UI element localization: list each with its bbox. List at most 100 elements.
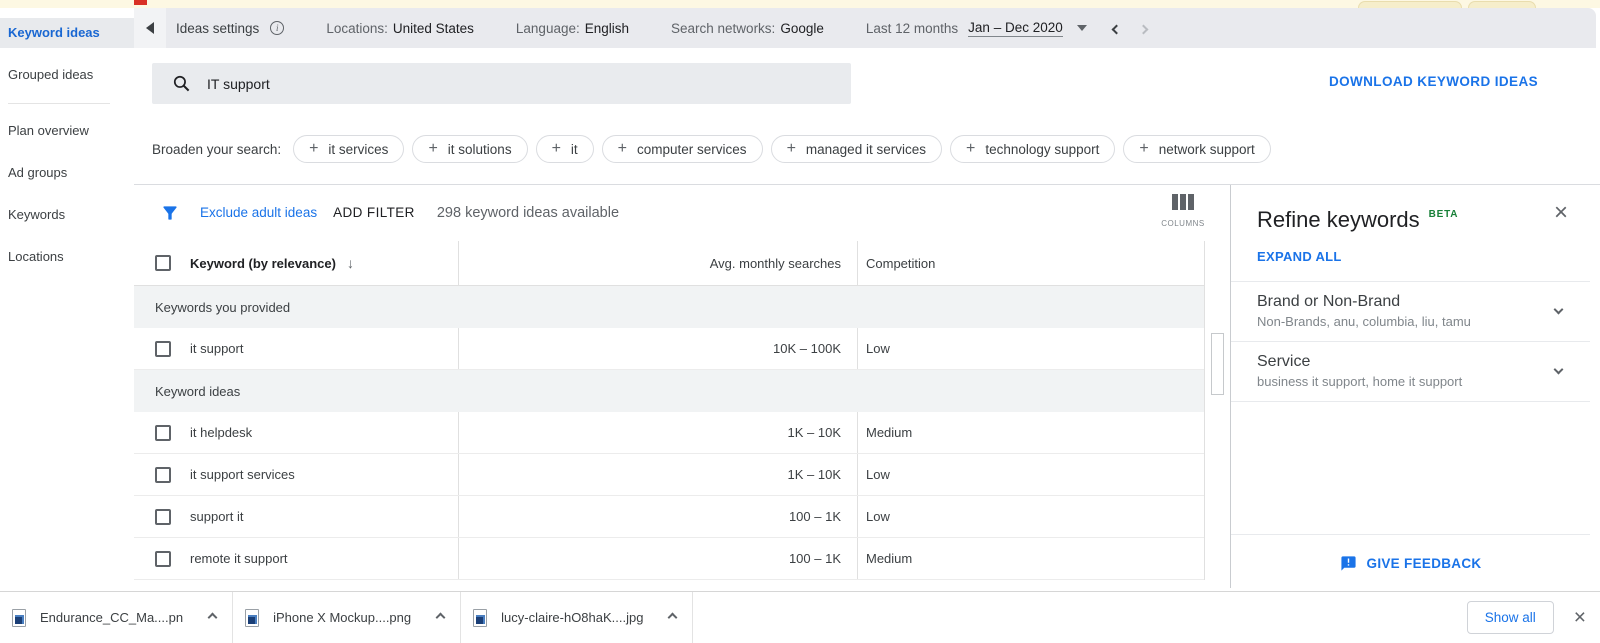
chevron-up-icon[interactable]: [436, 613, 446, 623]
chevron-up-icon[interactable]: [668, 613, 678, 623]
broaden-chip[interactable]: +it services: [293, 135, 404, 163]
settings-toolbar: Ideas settings i Locations: United State…: [134, 8, 1596, 48]
ideas-settings-control[interactable]: Ideas settings i: [176, 21, 284, 36]
chevron-right-icon: [1138, 24, 1148, 34]
panel-divider: [1231, 401, 1590, 402]
back-button[interactable]: [134, 8, 166, 48]
searches-cell: 10K – 100K: [458, 328, 857, 369]
keyword-cell: remote it support: [190, 551, 288, 566]
chevron-down-icon[interactable]: [1554, 305, 1564, 315]
competition-cell: Low: [857, 496, 1205, 537]
broaden-chip[interactable]: +it solutions: [412, 135, 527, 163]
image-file-icon: [12, 609, 26, 627]
chip-label: it services: [328, 142, 388, 157]
searches-cell: 100 – 1K: [458, 496, 857, 537]
keyword-column-header[interactable]: Keyword (by relevance): [190, 256, 336, 271]
searches-cell: 100 – 1K: [458, 538, 857, 579]
refine-section-brand[interactable]: Brand or Non-Brand Non-Brands, anu, colu…: [1257, 282, 1590, 341]
columns-button-label: COLUMNS: [1160, 219, 1206, 228]
sidebar-divider: [8, 103, 110, 104]
row-checkbox[interactable]: [155, 467, 171, 483]
refine-section-title: Service: [1257, 353, 1550, 371]
download-filename: lucy-claire-hO8haK....jpg: [501, 610, 643, 625]
ideas-settings-label: Ideas settings: [176, 21, 259, 36]
download-item[interactable]: lucy-claire-hO8haK....jpg: [461, 592, 693, 643]
download-keyword-ideas-link[interactable]: DOWNLOAD KEYWORD IDEAS: [1329, 74, 1538, 89]
results-region: Exclude adult ideas ADD FILTER 298 keywo…: [134, 184, 1600, 583]
chevron-down-icon[interactable]: [1554, 365, 1564, 375]
sidebar: Keyword ideas Grouped ideas Plan overvie…: [0, 8, 134, 583]
close-icon[interactable]: ×: [1554, 201, 1568, 225]
show-all-button[interactable]: Show all: [1467, 601, 1554, 634]
sidebar-item-grouped-ideas[interactable]: Grouped ideas: [0, 60, 134, 90]
table-row[interactable]: support it 100 – 1K Low: [134, 496, 1204, 538]
language-value: English: [585, 21, 629, 36]
table-row[interactable]: it support 10K – 100K Low: [134, 328, 1204, 370]
chip-label: computer services: [637, 142, 747, 157]
exclude-adult-ideas-link[interactable]: Exclude adult ideas: [200, 205, 317, 220]
broaden-chip[interactable]: +network support: [1123, 135, 1270, 163]
add-filter-button[interactable]: ADD FILTER: [333, 205, 415, 220]
sidebar-item-ad-groups[interactable]: Ad groups: [0, 158, 134, 188]
feedback-icon: [1340, 555, 1357, 572]
table-scrollbar-thumb[interactable]: [1211, 333, 1224, 395]
keyword-planner-screen: Keyword ideas Grouped ideas Plan overvie…: [0, 0, 1600, 643]
image-file-icon: [473, 609, 487, 627]
date-range-value[interactable]: Jan – Dec 2020: [968, 20, 1063, 37]
competition-cell: Medium: [857, 412, 1205, 453]
info-icon[interactable]: i: [270, 21, 284, 35]
keyword-cell: it support: [190, 341, 243, 356]
refine-section-service[interactable]: Service business it support, home it sup…: [1257, 342, 1590, 401]
chevron-left-icon: [1111, 24, 1121, 34]
row-checkbox[interactable]: [155, 341, 171, 357]
sidebar-item-locations[interactable]: Locations: [0, 242, 134, 272]
filter-funnel-icon[interactable]: [160, 203, 180, 223]
plus-icon: +: [1139, 141, 1148, 157]
refine-section-subtitle: business it support, home it support: [1257, 374, 1550, 389]
sidebar-item-keywords[interactable]: Keywords: [0, 200, 134, 230]
broaden-chip[interactable]: +it: [536, 135, 594, 163]
chevron-up-icon[interactable]: [208, 613, 218, 623]
language-control[interactable]: Language: English: [516, 21, 629, 36]
browser-top-strip: [0, 0, 1600, 8]
red-indicator-remnant: [134, 0, 147, 5]
sidebar-item-keyword-ideas[interactable]: Keyword ideas: [0, 18, 134, 48]
plus-icon: +: [966, 141, 975, 157]
keyword-count-text: 298 keyword ideas available: [437, 205, 619, 221]
next-period-button[interactable]: [1140, 21, 1147, 36]
columns-button[interactable]: COLUMNS: [1160, 194, 1206, 228]
table-row[interactable]: it helpdesk 1K – 10K Medium: [134, 412, 1204, 454]
keyword-search-box[interactable]: [152, 63, 851, 104]
give-feedback-button[interactable]: GIVE FEEDBACK: [1231, 555, 1590, 572]
previous-period-button[interactable]: [1113, 21, 1120, 36]
keyword-cell: it support services: [190, 467, 295, 482]
row-checkbox[interactable]: [155, 551, 171, 567]
date-range-caret-icon[interactable]: [1077, 25, 1087, 31]
row-checkbox[interactable]: [155, 509, 171, 525]
locations-control[interactable]: Locations: United States: [326, 21, 474, 36]
table-row[interactable]: it support services 1K – 10K Low: [134, 454, 1204, 496]
download-filename: iPhone X Mockup....png: [273, 610, 411, 625]
download-item[interactable]: iPhone X Mockup....png: [233, 592, 461, 643]
broaden-chip[interactable]: +technology support: [950, 135, 1115, 163]
search-input[interactable]: [207, 76, 767, 92]
select-all-checkbox[interactable]: [155, 255, 171, 271]
broaden-chip[interactable]: +computer services: [602, 135, 763, 163]
image-file-icon: [245, 609, 259, 627]
download-item[interactable]: Endurance_CC_Ma....pn: [0, 592, 233, 643]
sidebar-item-plan-overview[interactable]: Plan overview: [0, 116, 134, 146]
broaden-chip[interactable]: +managed it services: [771, 135, 942, 163]
competition-column-header[interactable]: Competition: [857, 241, 1205, 285]
keyword-cell: support it: [190, 509, 243, 524]
search-networks-control[interactable]: Search networks: Google: [671, 21, 824, 36]
plus-icon: +: [552, 141, 561, 157]
expand-all-link[interactable]: EXPAND ALL: [1257, 249, 1590, 264]
close-downloads-icon[interactable]: ×: [1574, 607, 1586, 628]
sort-descending-icon[interactable]: ↓: [347, 255, 354, 271]
columns-icon: [1172, 194, 1194, 210]
table-row[interactable]: remote it support 100 – 1K Medium: [134, 538, 1204, 580]
filter-bar: Exclude adult ideas ADD FILTER 298 keywo…: [134, 185, 619, 240]
row-checkbox[interactable]: [155, 425, 171, 441]
broaden-label: Broaden your search:: [152, 142, 281, 157]
searches-column-header[interactable]: Avg. monthly searches: [458, 241, 857, 285]
